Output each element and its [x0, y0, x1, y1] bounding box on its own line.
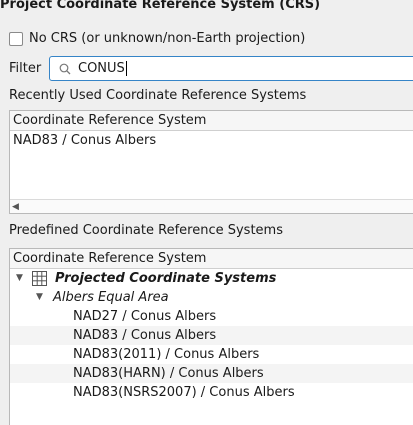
horizontal-scrollbar[interactable]: ◀: [10, 199, 413, 213]
recent-crs-item[interactable]: NAD83 / Conus Albers: [10, 131, 413, 150]
expand-arrow-icon[interactable]: ▼: [36, 288, 43, 307]
crs-item-label[interactable]: NAD83(HARN) / Conus Albers: [73, 364, 264, 383]
tree-item-row[interactable]: NAD27 / Conus Albers: [10, 307, 413, 326]
subcategory-label[interactable]: Albers Equal Area: [53, 288, 169, 307]
recent-crs-list[interactable]: Coordinate Reference System NAD83 / Conu…: [9, 110, 413, 214]
category-label[interactable]: Projected Coordinate Systems: [55, 269, 276, 288]
scroll-left-icon[interactable]: ◀: [12, 202, 19, 212]
tree-item-row[interactable]: NAD83(HARN) / Conus Albers: [10, 364, 413, 383]
tree-item-row[interactable]: NAD83(NSRS2007) / Conus Albers: [10, 383, 413, 402]
expand-arrow-icon[interactable]: ▼: [16, 269, 23, 288]
no-crs-label[interactable]: No CRS (or unknown/non-Earth projection): [29, 31, 305, 46]
recent-column-header[interactable]: Coordinate Reference System: [10, 111, 413, 131]
tree-subcategory-row[interactable]: ▼ Albers Equal Area: [10, 288, 413, 307]
recent-crs-label: Recently Used Coordinate Reference Syste…: [9, 88, 307, 103]
crs-item-label[interactable]: NAD27 / Conus Albers: [73, 307, 216, 326]
grid-icon: [32, 271, 47, 286]
predefined-crs-label: Predefined Coordinate Reference Systems: [9, 223, 283, 238]
crs-item-label[interactable]: NAD83 / Conus Albers: [73, 326, 216, 345]
search-icon: [58, 62, 72, 76]
crs-dialog: Project Coordinate Reference System (CRS…: [0, 0, 413, 425]
no-crs-option[interactable]: No CRS (or unknown/non-Earth projection): [9, 31, 305, 46]
predefined-column-header[interactable]: Coordinate Reference System: [10, 249, 413, 269]
dialog-title: Project Coordinate Reference System (CRS…: [0, 0, 321, 12]
no-crs-checkbox[interactable]: [9, 31, 23, 46]
crs-item-label[interactable]: NAD83(NSRS2007) / Conus Albers: [73, 383, 295, 402]
tree-item-row[interactable]: NAD83(2011) / Conus Albers: [10, 345, 413, 364]
text-caret: [125, 61, 127, 76]
filter-value[interactable]: CONUS: [78, 61, 125, 76]
predefined-crs-tree[interactable]: Coordinate Reference System ▼ Projected …: [9, 248, 413, 425]
tree-category-row[interactable]: ▼ Projected Coordinate Systems: [10, 269, 413, 288]
filter-label: Filter: [9, 61, 42, 76]
crs-item-label[interactable]: NAD83(2011) / Conus Albers: [73, 345, 259, 364]
filter-input[interactable]: CONUS: [49, 56, 413, 81]
tree-item-row[interactable]: NAD83 / Conus Albers: [10, 326, 413, 345]
